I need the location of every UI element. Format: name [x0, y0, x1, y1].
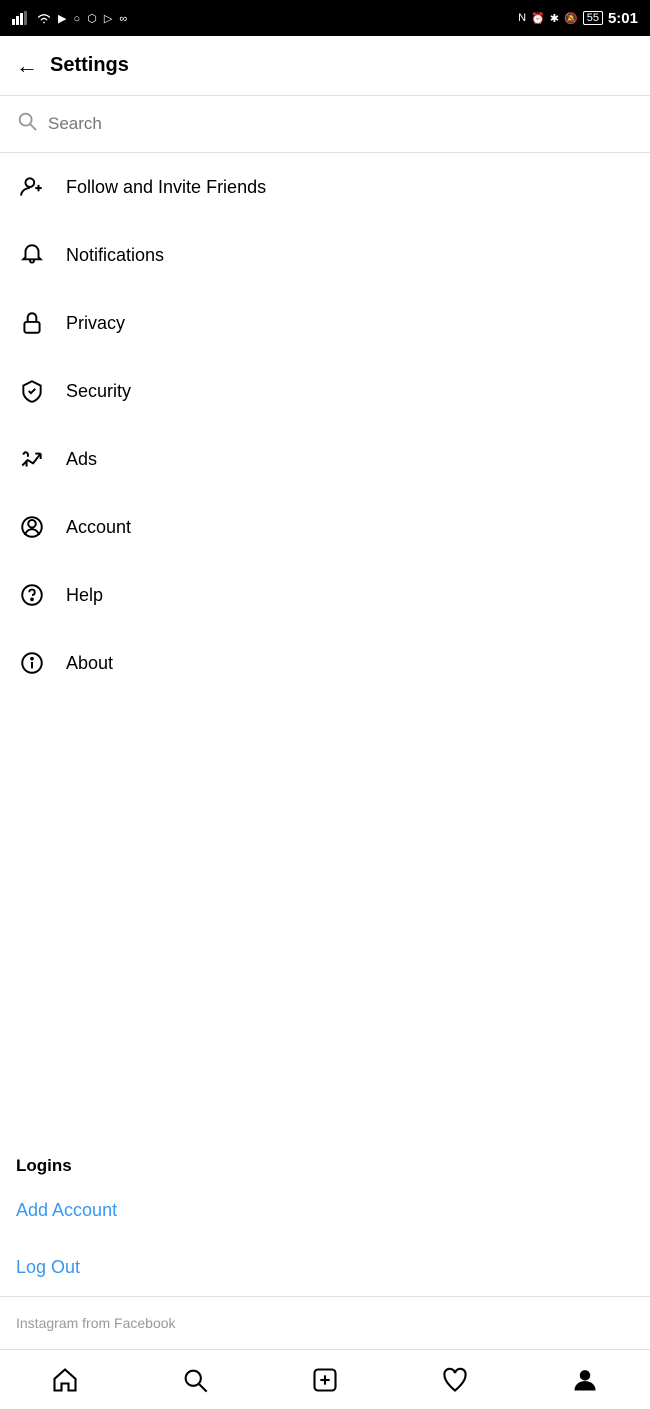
other-icons: ▶ ○ ⬡ ▷ ∞: [58, 12, 129, 25]
search-box: [16, 110, 634, 138]
lock-icon: [16, 307, 48, 339]
nav-home[interactable]: [35, 1350, 95, 1409]
heart-icon: [441, 1366, 469, 1394]
follow-label: Follow and Invite Friends: [66, 177, 266, 198]
bluetooth-icon: ✱: [550, 12, 559, 25]
info-icon: [16, 647, 48, 679]
menu-item-account[interactable]: Account: [0, 493, 650, 561]
privacy-label: Privacy: [66, 313, 125, 334]
shield-icon: [16, 375, 48, 407]
menu-item-help[interactable]: Help: [0, 561, 650, 629]
nav-search[interactable]: [165, 1350, 225, 1409]
account-label: Account: [66, 517, 131, 538]
menu-item-ads[interactable]: Ads: [0, 425, 650, 493]
header: ← Settings: [0, 36, 650, 96]
add-account-button[interactable]: Add Account: [0, 1182, 650, 1239]
add-account-label: Add Account: [16, 1200, 117, 1220]
battery-icon: 55: [583, 11, 603, 25]
search-input[interactable]: [48, 114, 634, 134]
menu-list: Follow and Invite Friends Notifications …: [0, 153, 650, 1138]
logins-section: Logins: [0, 1138, 650, 1182]
log-out-label: Log Out: [16, 1257, 80, 1277]
back-button[interactable]: ←: [16, 53, 38, 79]
follow-icon: [16, 171, 48, 203]
status-time: 5:01: [608, 10, 638, 27]
help-icon: [16, 579, 48, 611]
ads-icon: [16, 443, 48, 475]
profile-icon: [571, 1366, 599, 1394]
ads-label: Ads: [66, 449, 97, 470]
help-label: Help: [66, 585, 103, 606]
menu-item-notifications[interactable]: Notifications: [0, 221, 650, 289]
logins-title: Logins: [16, 1156, 72, 1175]
search-container: [0, 96, 650, 153]
nfc-icon: N: [518, 12, 526, 24]
security-label: Security: [66, 381, 131, 402]
about-label: About: [66, 653, 113, 674]
nav-add[interactable]: [295, 1350, 355, 1409]
nav-heart[interactable]: [425, 1350, 485, 1409]
account-icon: [16, 511, 48, 543]
status-right-icons: N ⏰ ✱ 🔕 55 5:01: [518, 10, 638, 27]
bell-icon: [16, 239, 48, 271]
signal-icon: [12, 11, 30, 25]
mute-icon: 🔕: [564, 12, 578, 25]
page-title: Settings: [50, 54, 129, 77]
notifications-label: Notifications: [66, 245, 164, 266]
wifi-icon: [35, 11, 53, 25]
menu-item-follow[interactable]: Follow and Invite Friends: [0, 153, 650, 221]
search-nav-icon: [181, 1366, 209, 1394]
menu-item-privacy[interactable]: Privacy: [0, 289, 650, 357]
menu-item-about[interactable]: About: [0, 629, 650, 697]
footer-text: Instagram from Facebook: [16, 1315, 176, 1331]
log-out-button[interactable]: Log Out: [0, 1239, 650, 1296]
menu-item-security[interactable]: Security: [0, 357, 650, 425]
status-bar: ▶ ○ ⬡ ▷ ∞ N ⏰ ✱ 🔕 55 5:01: [0, 0, 650, 36]
bottom-nav: [0, 1349, 650, 1409]
nav-profile[interactable]: [555, 1350, 615, 1409]
alarm-icon: ⏰: [531, 12, 545, 25]
home-icon: [51, 1366, 79, 1394]
add-icon: [311, 1366, 339, 1394]
footer: Instagram from Facebook: [0, 1296, 650, 1349]
status-left-icons: ▶ ○ ⬡ ▷ ∞: [12, 11, 129, 25]
search-icon: [16, 110, 38, 138]
